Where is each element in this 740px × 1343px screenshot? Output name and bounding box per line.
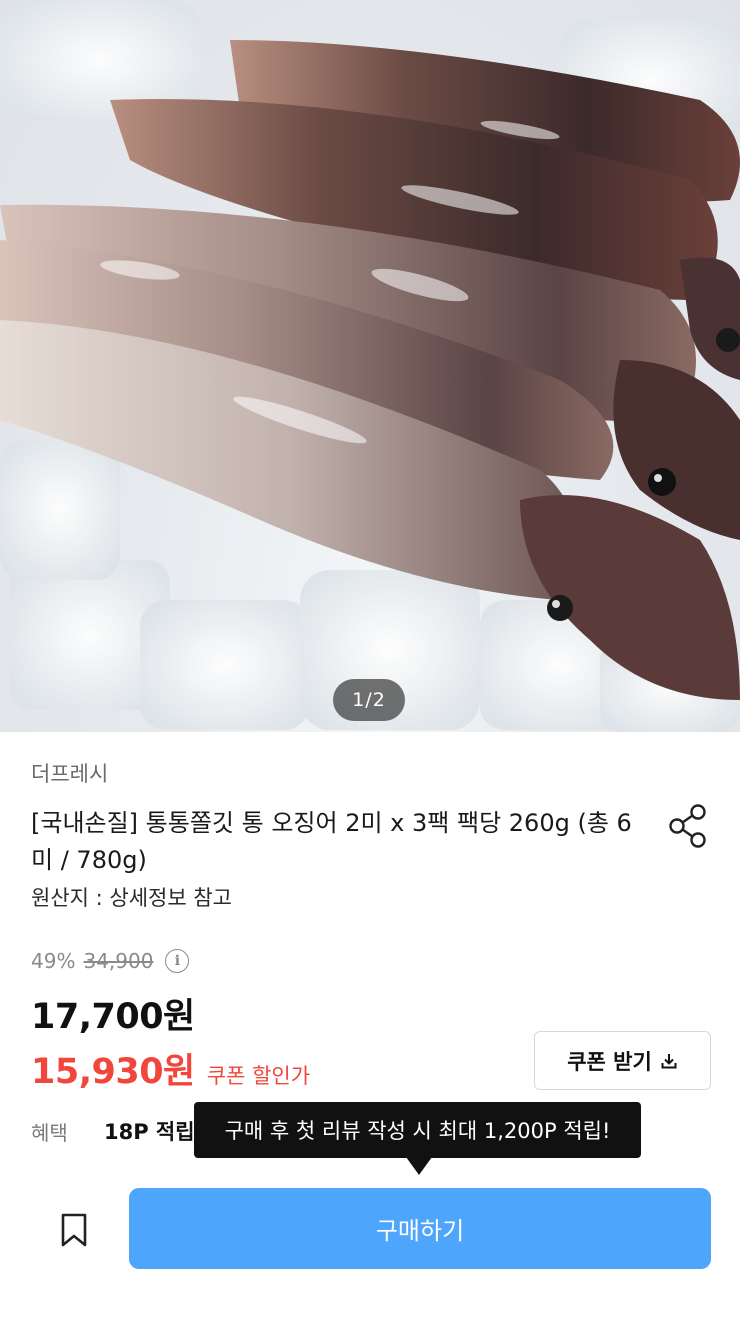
info-icon[interactable]: i [165, 949, 190, 973]
download-icon [661, 1053, 677, 1068]
coupon-price: 15,930원 [31, 1052, 195, 1092]
origin-info: 원산지 : 상세정보 참고 [31, 886, 232, 910]
review-points-tooltip: 구매 후 첫 리뷰 작성 시 최대 1,200P 적립! [194, 1102, 641, 1158]
share-icon [669, 804, 706, 848]
bookmark-button[interactable] [48, 1200, 100, 1260]
discount-row: 49% 34,900 i [31, 946, 190, 976]
share-button[interactable] [664, 800, 712, 852]
bookmark-icon [61, 1213, 87, 1247]
buy-button[interactable]: 구매하기 [129, 1188, 711, 1269]
discount-rate: 49% [31, 949, 76, 973]
benefit-points: 18P 적립 [104, 1120, 195, 1144]
get-coupon-button[interactable]: 쿠폰 받기 [534, 1031, 711, 1090]
product-title: [국내손질] 통통쫄깃 통 오징어 2미 x 3팩 팩당 260g (총 6미 … [31, 809, 632, 874]
benefit-label: 혜택 [31, 1121, 68, 1145]
coupon-price-row: 15,930원 쿠폰 할인가 [31, 1043, 310, 1094]
get-coupon-label: 쿠폰 받기 [567, 1049, 652, 1074]
product-image [0, 0, 740, 732]
image-counter: 1/2 [333, 679, 405, 721]
tooltip-arrow [406, 1157, 432, 1175]
coupon-price-label: 쿠폰 할인가 [206, 1064, 311, 1088]
product-image-gallery[interactable]: 1/2 [0, 0, 740, 732]
brand-name[interactable]: 더프레시 [31, 758, 108, 788]
original-price: 34,900 [83, 949, 154, 973]
sale-price: 17,700원 [31, 997, 195, 1037]
